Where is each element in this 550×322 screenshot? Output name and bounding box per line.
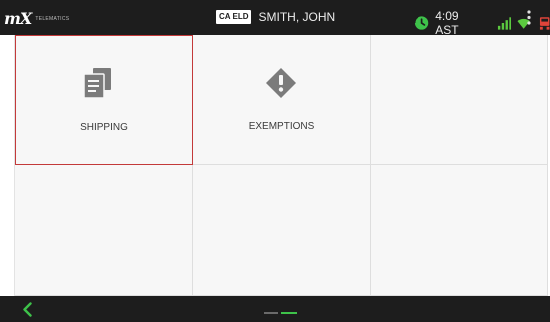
driver-info[interactable]: CA ELD SMITH, JOHN: [216, 10, 335, 24]
tile-shipping[interactable]: SHIPPING: [15, 35, 193, 165]
top-status-bar: mX TELEMATICS CA ELD SMITH, JOHN 4:09 AS…: [0, 0, 550, 37]
page-indicator-1: [264, 312, 278, 314]
clock-time: 4:09 AST: [435, 9, 459, 37]
eld-badge: CA ELD: [216, 10, 252, 24]
documents-icon: [84, 68, 111, 98]
tile-empty-3: [193, 165, 371, 296]
truck-icon[interactable]: [539, 16, 550, 30]
tile-empty-4: [371, 165, 548, 296]
driver-name: SMITH, JOHN: [258, 10, 336, 24]
bottom-nav-bar: [0, 296, 550, 322]
page-indicator-2: [281, 312, 297, 314]
brand-subtitle: TELEMATICS: [35, 15, 70, 22]
brand-logo: mX TELEMATICS: [4, 9, 69, 28]
tile-exemptions[interactable]: EXEMPTIONS: [193, 35, 371, 165]
tile-empty-1: [371, 35, 548, 165]
brand-mark: mX: [4, 9, 32, 28]
tile-label-exemptions: EXEMPTIONS: [248, 121, 315, 132]
overflow-menu-icon[interactable]: [527, 10, 531, 25]
tile-label-shipping: SHIPPING: [80, 122, 128, 133]
menu-tile-grid: SHIPPING EXEMPTIONS: [14, 35, 548, 296]
warning-diamond-icon: [266, 68, 296, 98]
back-chevron-icon[interactable]: [22, 302, 32, 317]
clock-status-icon[interactable]: [414, 15, 429, 31]
tile-empty-2: [15, 165, 193, 296]
signal-bars-icon: [498, 17, 512, 30]
